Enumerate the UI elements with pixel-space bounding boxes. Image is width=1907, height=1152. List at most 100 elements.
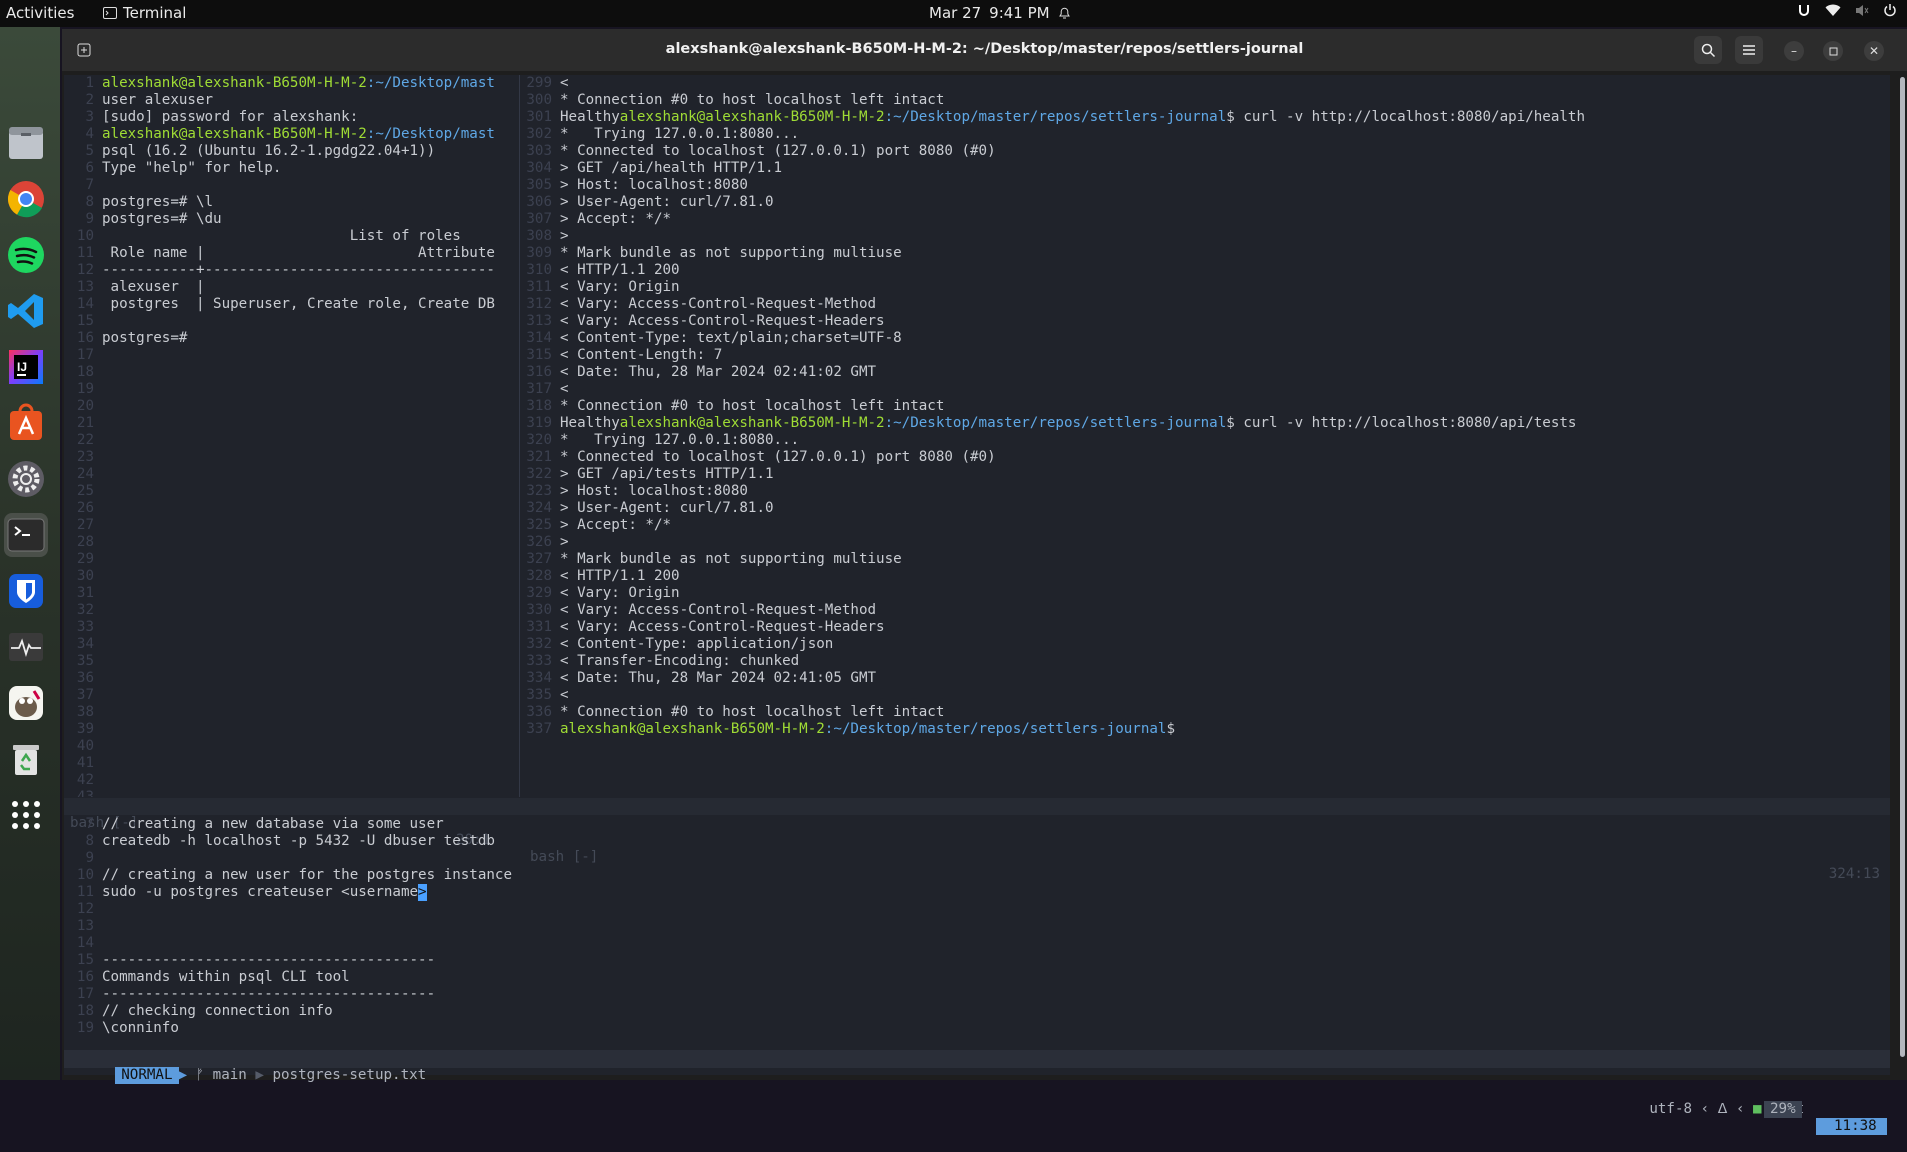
line-number: 15 [76,313,94,329]
line-text: [sudo] password for alexshank: [102,109,359,125]
line-number: 39 [76,721,94,737]
line-number: 23 [76,449,94,465]
terminal-line: 25 [64,483,518,500]
line-number: 308 [526,228,552,244]
line-text: < [560,75,569,91]
volume-muted-icon [1856,4,1869,16]
clock-time: 9:41 PM [989,4,1050,22]
title-bar[interactable]: alexshank@alexshank-B650M-H-M-2: ~/Deskt… [62,29,1907,71]
line-number: 10 [76,228,94,244]
line-text: postgres | Superuser, Create role, Creat… [102,296,495,312]
line-text: < [560,381,569,397]
terminal-line: 337 alexshank@alexshank-B650M-H-M-2:~/Des… [522,721,1890,738]
line-number: 7 [85,177,94,193]
terminal-small-icon [103,7,117,19]
line-number: 32 [76,602,94,618]
scrollbar-thumb[interactable] [1900,77,1905,1057]
trash-icon[interactable] [4,737,48,781]
line-text: sudo -u postgres createuser <username [102,884,419,900]
terminal-line: 4 alexshank@alexshank-B650M-H-M-2:~/Deskt… [64,126,518,143]
line-number: 8 [85,194,94,210]
line-number: 335 [526,687,552,703]
minimize-button[interactable]: – [1784,41,1804,61]
system-monitor-icon[interactable] [4,625,48,669]
line-number: 9 [85,850,94,866]
vim-editor-pane[interactable]: 7 // creating a new database via some use… [64,816,1890,1048]
terminal-line: 8 postgres=# \l [64,194,518,211]
line-text: $ curl -v http://localhost:8080/api/heal… [1226,109,1586,125]
line-number: 28 [76,534,94,550]
line-text: < Transfer-Encoding: chunked [560,653,800,669]
line-number: 337 [526,721,552,737]
scrollbar[interactable] [1900,77,1905,1057]
line-text: postgres=# \l [102,194,214,210]
line-text: alexuser | [102,279,205,295]
line-number: 10 [76,867,94,883]
spotify-icon[interactable] [4,233,48,277]
line-text: < [560,687,569,703]
hamburger-icon [1743,45,1755,55]
line-number: 327 [526,551,552,567]
line-number: 16 [76,330,94,346]
line-number: 14 [76,296,94,312]
terminal-line: 308 > [522,228,1890,245]
line-text: * Trying 127.0.0.1:8080... [560,432,800,448]
clock-date: Mar 27 [929,4,982,22]
terminal-line: 319 Healthy alexshank@alexshank-B650M-H-M-… [522,415,1890,432]
line-number: 306 [526,194,552,210]
terminal-line: 18 [64,364,518,381]
line-number: 41 [76,755,94,771]
terminal-line: 42 [64,772,518,789]
terminal-line: 303 * Connected to localhost (127.0.0.1) … [522,143,1890,160]
clock[interactable]: Mar 27 9:41 PM [929,4,1071,22]
intellij-icon[interactable]: IJ [4,345,48,389]
bitwarden-icon[interactable] [4,569,48,613]
cursor-position: 11:38 [1816,1118,1887,1135]
terminal-line: 36 [64,670,518,687]
line-text: :~/Desktop/master/repos/settlers-journal [824,721,1167,737]
line-number: 4 [85,126,94,142]
terminal-line: 12 -----------+--------------------------… [64,262,518,279]
menu-button[interactable] [1735,36,1763,64]
tmux-pane-left[interactable]: 1 alexshank@alexshank-B650M-H-M-2:~/Deskt… [64,75,518,797]
app-menu[interactable]: Terminal [103,4,186,22]
line-number: 332 [526,636,552,652]
terminal-line: 34 [64,636,518,653]
terminal-line: 2 user alexuser [64,92,518,109]
terminal-icon[interactable] [4,513,48,557]
activities-button[interactable]: Activities [6,4,74,22]
line-number: 36 [76,670,94,686]
terminal-line: 306 > User-Agent: curl/7.81.0 [522,194,1890,211]
files-icon[interactable] [4,121,48,165]
line-number: 312 [526,296,552,312]
file-name: postgres-setup.txt [272,1067,427,1083]
line-number: 33 [76,619,94,635]
line-text: alexshank@alexshank-B650M-H-M-2 [619,109,885,125]
terminal-line: 33 [64,619,518,636]
line-text: --------------------------------------- [102,952,436,968]
terminal-content[interactable]: 1 alexshank@alexshank-B650M-H-M-2:~/Deskt… [64,75,1890,1135]
gimp-icon[interactable] [4,681,48,725]
search-button[interactable] [1694,36,1722,64]
line-text: * Connected to localhost (127.0.0.1) por… [560,449,996,465]
system-tray[interactable] [1797,3,1897,17]
tmux-pane-right[interactable]: 299 <300 * Connection #0 to host localhost… [522,75,1890,797]
line-number: 313 [526,313,552,329]
maximize-button[interactable] [1823,41,1843,61]
terminal-line: 329 < Vary: Origin [522,585,1890,602]
vscode-icon[interactable] [4,289,48,333]
minimize-icon: – [1791,44,1797,58]
app-center-icon[interactable] [4,401,48,445]
file-percent: 29% [1764,1101,1802,1118]
terminal-line: 317 < [522,381,1890,398]
app-grid-icon[interactable] [4,793,48,837]
line-text: < HTTP/1.1 200 [560,568,680,584]
line-number: 318 [526,398,552,414]
settings-icon[interactable] [4,457,48,501]
terminal-line: 21 [64,415,518,432]
close-button[interactable]: ✕ [1864,41,1884,61]
chrome-icon[interactable] [4,177,48,221]
line-number: 323 [526,483,552,499]
line-text: < Content-Length: 7 [560,347,723,363]
line-number: 11 [76,245,94,261]
